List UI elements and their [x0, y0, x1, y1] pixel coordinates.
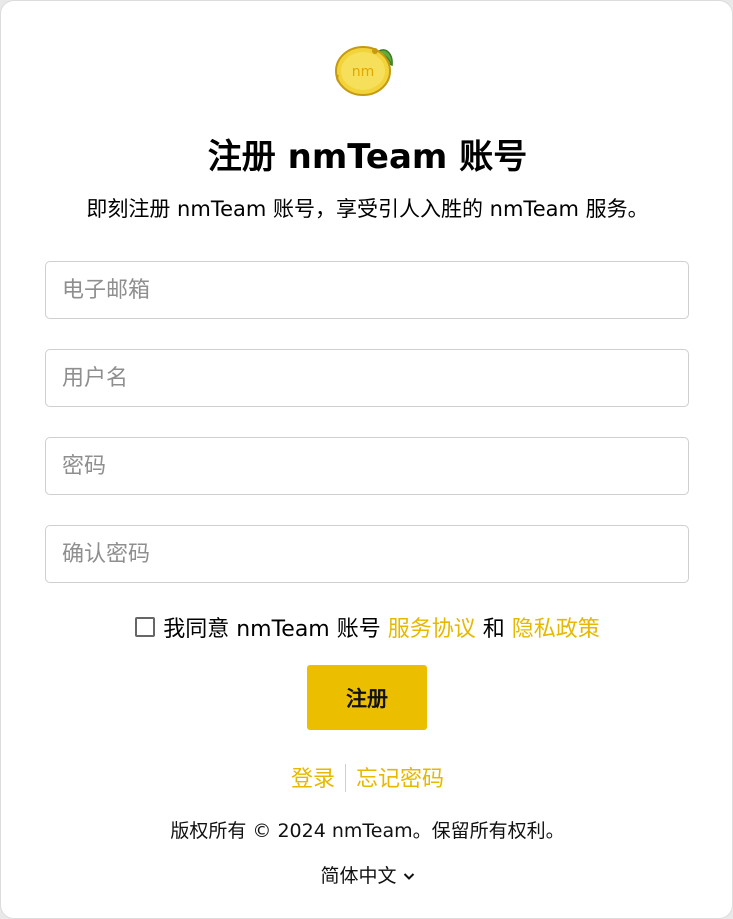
privacy-link[interactable]: 隐私政策 [512, 617, 600, 642]
username-field[interactable] [45, 349, 689, 407]
agree-checkbox[interactable] [135, 617, 156, 637]
register-card: nm 注册 nmTeam 账号 即刻注册 nmTeam 账号，享受引人入胜的 n… [0, 0, 733, 919]
language-selector[interactable]: 简体中文 [1, 861, 733, 888]
and-text: 和 [482, 617, 505, 642]
login-link[interactable]: 登录 [291, 767, 335, 792]
auth-links: 登录 忘记密码 [1, 761, 733, 793]
page-subtitle: 即刻注册 nmTeam 账号，享受引人入胜的 nmTeam 服务。 [86, 197, 649, 221]
agree-text: 我同意 nmTeam 账号 [163, 617, 381, 642]
lemon-logo-icon: nm [335, 46, 393, 96]
forgot-password-link[interactable]: 忘记密码 [356, 767, 444, 792]
terms-link[interactable]: 服务协议 [388, 617, 476, 642]
password-field[interactable] [45, 437, 689, 495]
logo-text: nm [352, 64, 375, 80]
page-title: 注册 nmTeam 账号 [207, 137, 528, 177]
copyright-text: 版权所有 © 2024 nmTeam。保留所有权利。 [170, 820, 565, 842]
language-label: 简体中文 [320, 865, 397, 887]
link-divider [345, 764, 346, 792]
agreement-row: 我同意 nmTeam 账号 服务协议 和 隐私政策 [1, 611, 733, 643]
register-button[interactable]: 注册 [307, 665, 427, 730]
chevron-down-icon [403, 873, 414, 880]
confirm-password-field[interactable] [45, 525, 689, 583]
email-field[interactable] [45, 261, 689, 319]
